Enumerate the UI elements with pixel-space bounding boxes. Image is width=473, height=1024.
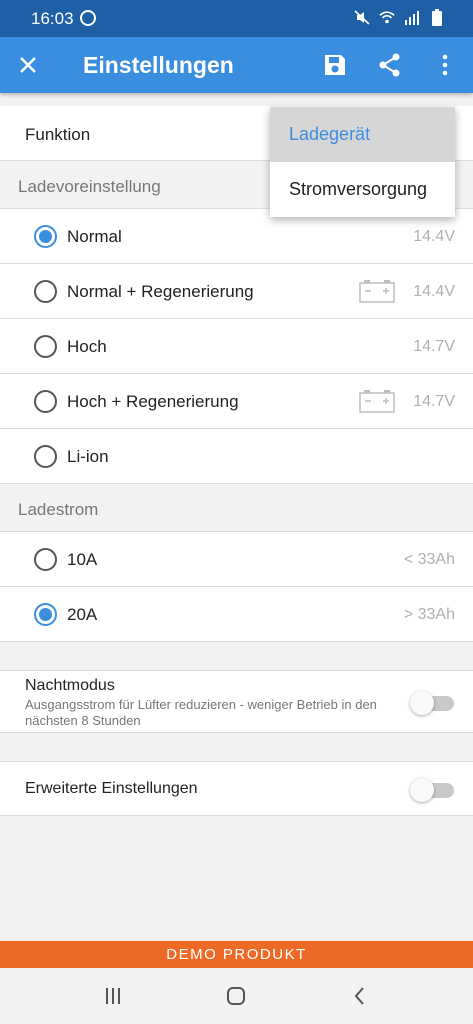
radio-button[interactable]: [34, 445, 57, 468]
nachtmodus-description: Ausgangsstrom für Lüfter reduzieren - we…: [25, 697, 377, 728]
menu-item-stromversorgung[interactable]: Stromversorgung: [270, 162, 455, 217]
close-icon[interactable]: [14, 51, 42, 79]
preset-option-normal-regenerierung[interactable]: Normal + Regenerierung 14.4V: [0, 264, 473, 319]
share-icon[interactable]: [376, 51, 404, 79]
battery-outline-icon: [359, 280, 395, 303]
menu-item-ladegeraet[interactable]: Ladegerät: [270, 107, 455, 162]
radio-button-selected[interactable]: [34, 225, 57, 248]
preset-option-normal[interactable]: Normal 14.4V: [0, 209, 473, 264]
status-time: 16:03: [31, 9, 74, 28]
system-nav-bar: [0, 968, 473, 1024]
recent-apps-icon[interactable]: [101, 984, 125, 1008]
option-label: Hoch: [67, 337, 107, 356]
radio-button[interactable]: [34, 390, 57, 413]
option-voltage: 14.4V: [413, 228, 455, 245]
radio-button[interactable]: [34, 280, 57, 303]
section-header: Ladevoreinstellung: [18, 177, 161, 196]
erweiterte-einstellungen-label: Erweiterte Einstellungen: [25, 780, 198, 797]
funktion-label: Funktion: [25, 125, 91, 144]
demo-banner: DEMO PRODUKT: [0, 941, 473, 968]
status-bar: 16:03: [0, 0, 473, 37]
nachtmodus-title: Nachtmodus: [25, 677, 115, 694]
radio-button[interactable]: [34, 548, 57, 571]
radio-button-selected[interactable]: [34, 603, 57, 626]
erweiterte-einstellungen-toggle[interactable]: [410, 778, 456, 802]
wifi-icon: [379, 11, 395, 24]
app-bar: Einstellungen: [0, 37, 473, 93]
nachtmodus-row[interactable]: Nachtmodus Ausgangsstrom für Lüfter redu…: [0, 670, 473, 733]
preset-option-hoch[interactable]: Hoch 14.7V: [0, 319, 473, 374]
option-label: Normal: [67, 227, 122, 246]
option-voltage: 14.4V: [413, 283, 455, 300]
back-icon[interactable]: [348, 984, 372, 1008]
current-option-20a[interactable]: 20A > 33Ah: [0, 587, 473, 642]
option-label: 20A: [67, 605, 98, 624]
section-header: Ladestrom: [18, 500, 99, 519]
option-capacity: < 33Ah: [403, 551, 455, 568]
settings-content: Funktion Ladevoreinstellung Normal 14.4V…: [0, 93, 473, 941]
preset-option-hoch-regenerierung[interactable]: Hoch + Regenerierung 14.7V: [0, 374, 473, 429]
whatsapp-icon: [80, 10, 96, 26]
toggle-thumb: [410, 691, 434, 715]
battery-icon: [432, 9, 442, 26]
option-label: Normal + Regenerierung: [67, 282, 254, 301]
battery-outline-icon: [359, 390, 395, 413]
page-title: Einstellungen: [83, 52, 234, 78]
option-label: 10A: [67, 550, 98, 569]
option-voltage: 14.7V: [413, 338, 455, 355]
mute-icon: [354, 10, 370, 25]
funktion-dropdown-menu: Ladegerät Stromversorgung: [270, 107, 455, 217]
section-ladestrom: Ladestrom: [0, 484, 473, 532]
toggle-thumb: [410, 778, 434, 802]
more-vert-icon[interactable]: [431, 51, 459, 79]
option-label: Hoch + Regenerierung: [67, 392, 239, 411]
option-voltage: 14.7V: [413, 393, 455, 410]
option-capacity: > 33Ah: [403, 606, 455, 623]
erweiterte-einstellungen-row[interactable]: Erweiterte Einstellungen: [0, 761, 473, 816]
current-option-10a[interactable]: 10A < 33Ah: [0, 532, 473, 587]
preset-option-li-ion[interactable]: Li-ion: [0, 429, 473, 484]
home-icon[interactable]: [224, 984, 248, 1008]
nachtmodus-toggle[interactable]: [410, 691, 456, 715]
radio-button[interactable]: [34, 335, 57, 358]
save-icon[interactable]: [321, 51, 349, 79]
signal-icon: [405, 11, 419, 25]
option-label: Li-ion: [67, 447, 109, 466]
